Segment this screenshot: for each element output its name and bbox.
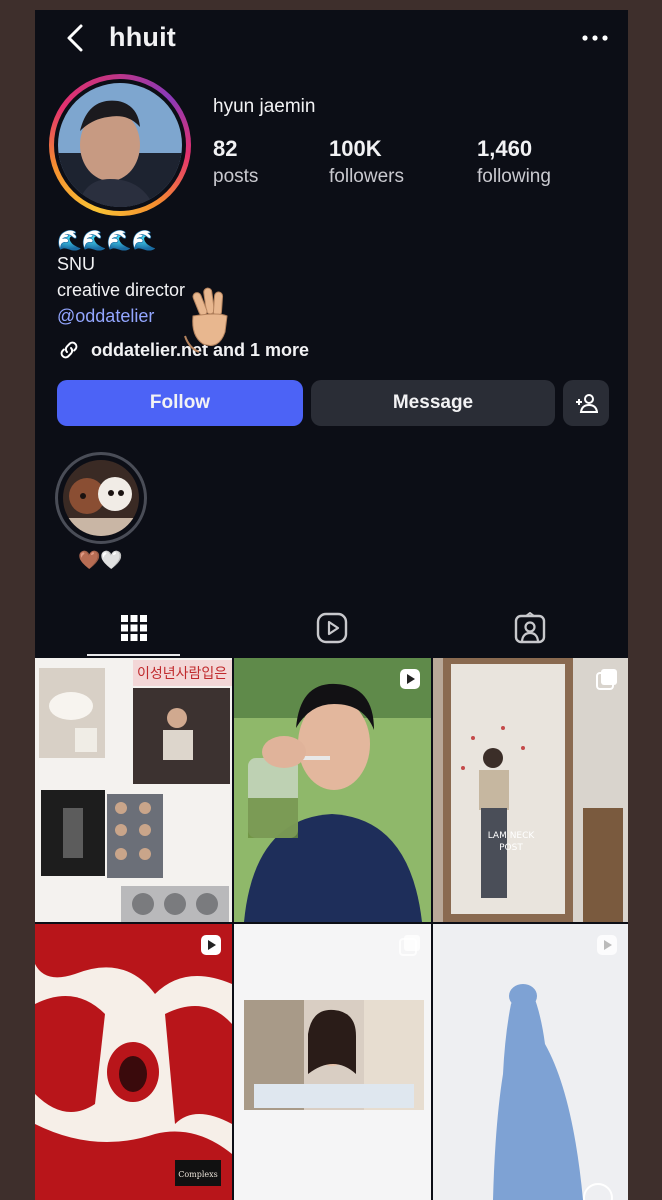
more-options-icon[interactable]: [580, 28, 610, 48]
poster-caption: Complexs: [178, 1170, 218, 1179]
link-icon: [60, 341, 78, 359]
tagged-person-icon: [514, 612, 545, 644]
poster-text-1: LAM NECK: [488, 831, 536, 841]
waving-hand-icon: [184, 287, 228, 353]
collage-text: 이성년사람입은: [137, 666, 227, 682]
highlight-label: 🤎🤍: [78, 550, 123, 570]
back-arrow-icon[interactable]: [61, 22, 89, 54]
highlight-cover-image: [63, 460, 139, 536]
avatar-story-ring[interactable]: [49, 74, 191, 216]
tab-reels[interactable]: [233, 600, 430, 656]
grid-post[interactable]: LAM NECK POST: [433, 658, 628, 922]
follow-button[interactable]: Follow: [57, 380, 303, 426]
tab-posts-grid[interactable]: [35, 600, 232, 656]
tab-tagged[interactable]: [431, 600, 628, 656]
grid-post[interactable]: Complexs: [35, 924, 232, 1200]
story-highlight[interactable]: [55, 452, 147, 544]
reel-badge-icon: [597, 935, 617, 955]
profile-tabs: [35, 600, 628, 656]
message-button[interactable]: Message: [311, 380, 555, 426]
reel-badge-icon: [400, 669, 420, 689]
poster-text-2: POST: [499, 843, 523, 853]
profile-username: hhuit: [109, 22, 176, 52]
carousel-badge-icon: [399, 935, 420, 956]
top-bar: hhuit: [35, 10, 628, 66]
suggest-people-button[interactable]: [563, 380, 609, 426]
full-name: hyun jaemin: [213, 96, 316, 117]
avatar: [58, 83, 182, 207]
posts-grid: 이성년사람입은 LAM NECK POST Complexs: [35, 658, 628, 1200]
active-tab-indicator: [87, 654, 180, 656]
grid-post[interactable]: [234, 924, 431, 1200]
following-count[interactable]: 1,460 following: [477, 136, 551, 188]
reels-icon: [316, 612, 347, 644]
bio-line-title: creative director: [57, 280, 186, 300]
grid-post[interactable]: 이성년사람입은: [35, 658, 232, 922]
grid-post[interactable]: [234, 658, 431, 922]
carousel-badge-icon: [596, 669, 617, 690]
bio-mention-link[interactable]: @oddatelier: [57, 306, 154, 327]
add-person-icon: [576, 394, 598, 413]
posts-count: 82 posts: [213, 136, 259, 187]
grid-icon: [120, 615, 147, 641]
reel-badge-icon: [201, 935, 221, 955]
grid-post[interactable]: [433, 924, 628, 1200]
profile-screen: hhuit hyun jaemin 82 posts 100K follower…: [35, 10, 628, 1200]
bio-emoji: 🌊🌊🌊🌊: [57, 230, 157, 252]
followers-count[interactable]: 100K followers: [329, 136, 404, 188]
bio-line-school: SNU: [57, 254, 96, 274]
